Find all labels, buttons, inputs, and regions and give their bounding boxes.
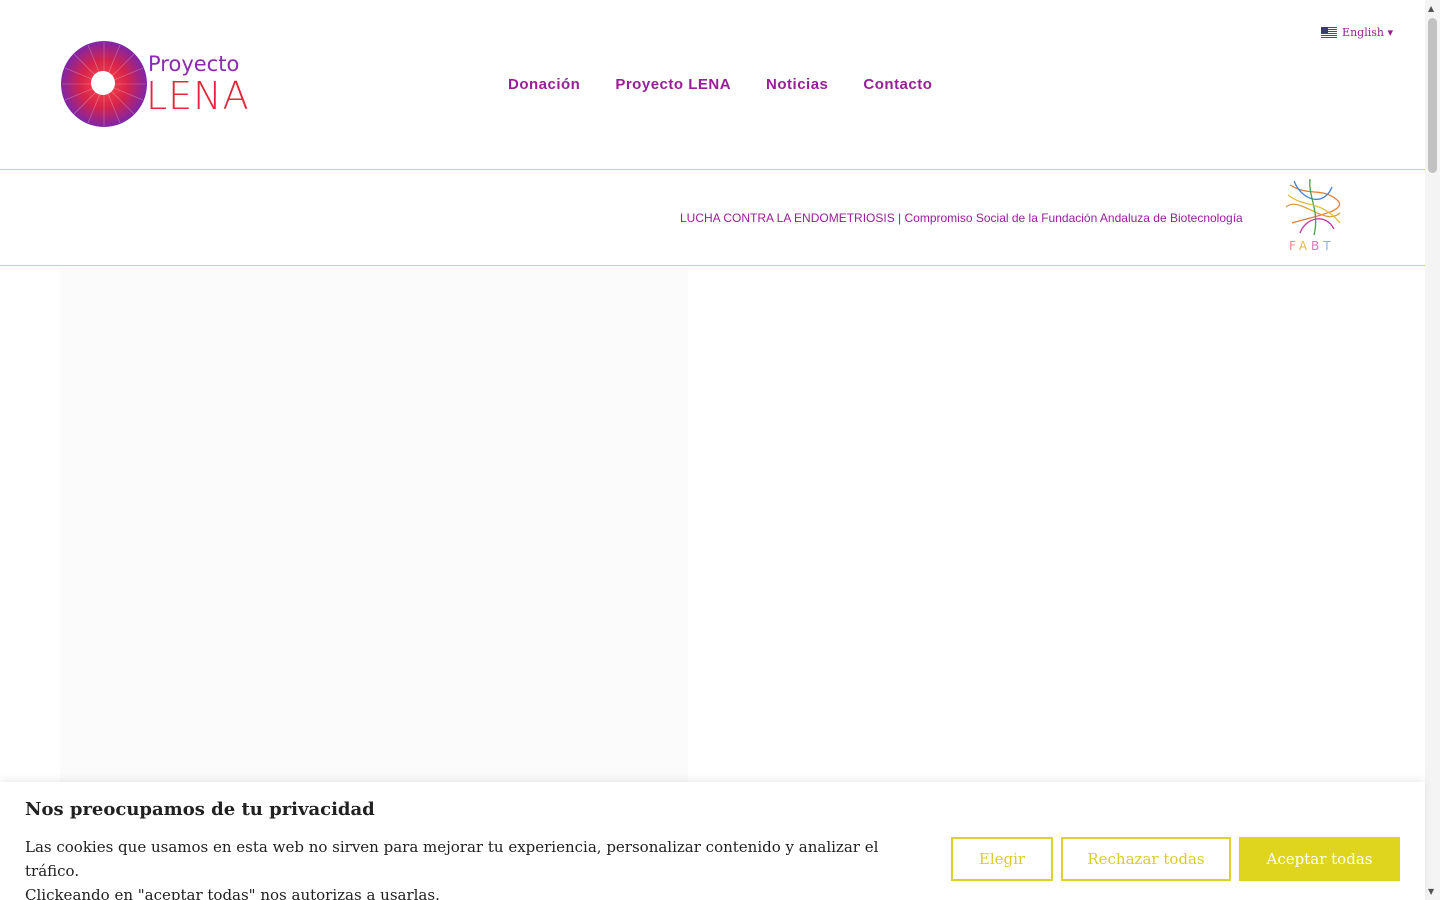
logo-text-proyecto: Proyecto [148, 52, 240, 76]
cookie-body-line-1: Las cookies que usamos en esta web no si… [25, 838, 879, 880]
scroll-down-arrow-icon[interactable]: ▼ [1428, 887, 1434, 896]
tagline-banner: LUCHA CONTRA LA ENDOMETRIOSIS | Compromi… [0, 171, 1425, 266]
nav-item-donacion[interactable]: Donación [508, 76, 580, 93]
page: Proyecto LENA Donación Proyecto LENA Not… [0, 0, 1440, 900]
cookie-body: Las cookies que usamos en esta web no si… [25, 835, 925, 900]
logo-text-lena: LENA [146, 74, 250, 118]
us-flag-icon [1321, 27, 1338, 38]
scroll-up-arrow-icon[interactable]: ▲ [1428, 4, 1434, 13]
cookie-choose-button[interactable]: Elegir [951, 837, 1053, 881]
nav-item-noticias[interactable]: Noticias [766, 76, 828, 93]
cookie-consent-banner: Nos preocupamos de tu privacidad Las coo… [0, 782, 1425, 900]
hero-image-placeholder [60, 268, 688, 788]
site-header: Proyecto LENA Donación Proyecto LENA Not… [0, 0, 1425, 170]
nav-item-contacto[interactable]: Contacto [863, 76, 932, 93]
fabt-label: FABT [1289, 239, 1335, 253]
nav-item-proyecto-lena[interactable]: Proyecto LENA [615, 76, 731, 93]
language-selector[interactable]: English ▾ [1321, 26, 1393, 39]
cookie-accept-all-button[interactable]: Aceptar todas [1239, 837, 1400, 881]
page-scrollbar[interactable]: ▲ ▼ [1425, 0, 1440, 900]
lena-logo-icon [61, 41, 147, 127]
fabt-logo[interactable]: FABT [1280, 177, 1346, 259]
scrollbar-thumb[interactable] [1428, 18, 1437, 173]
language-label: English ▾ [1342, 26, 1393, 39]
tagline-text[interactable]: LUCHA CONTRA LA ENDOMETRIOSIS | Compromi… [680, 211, 1243, 225]
main-nav: Donación Proyecto LENA Noticias Contacto [508, 76, 932, 93]
cookie-body-line-2: Clickeando en "aceptar todas" nos autori… [25, 886, 440, 900]
cookie-title: Nos preocupamos de tu privacidad [25, 799, 375, 820]
cookie-reject-all-button[interactable]: Rechazar todas [1061, 837, 1231, 881]
proyecto-lena-logo[interactable]: Proyecto LENA [60, 40, 255, 130]
fabt-dna-icon [1285, 178, 1341, 236]
